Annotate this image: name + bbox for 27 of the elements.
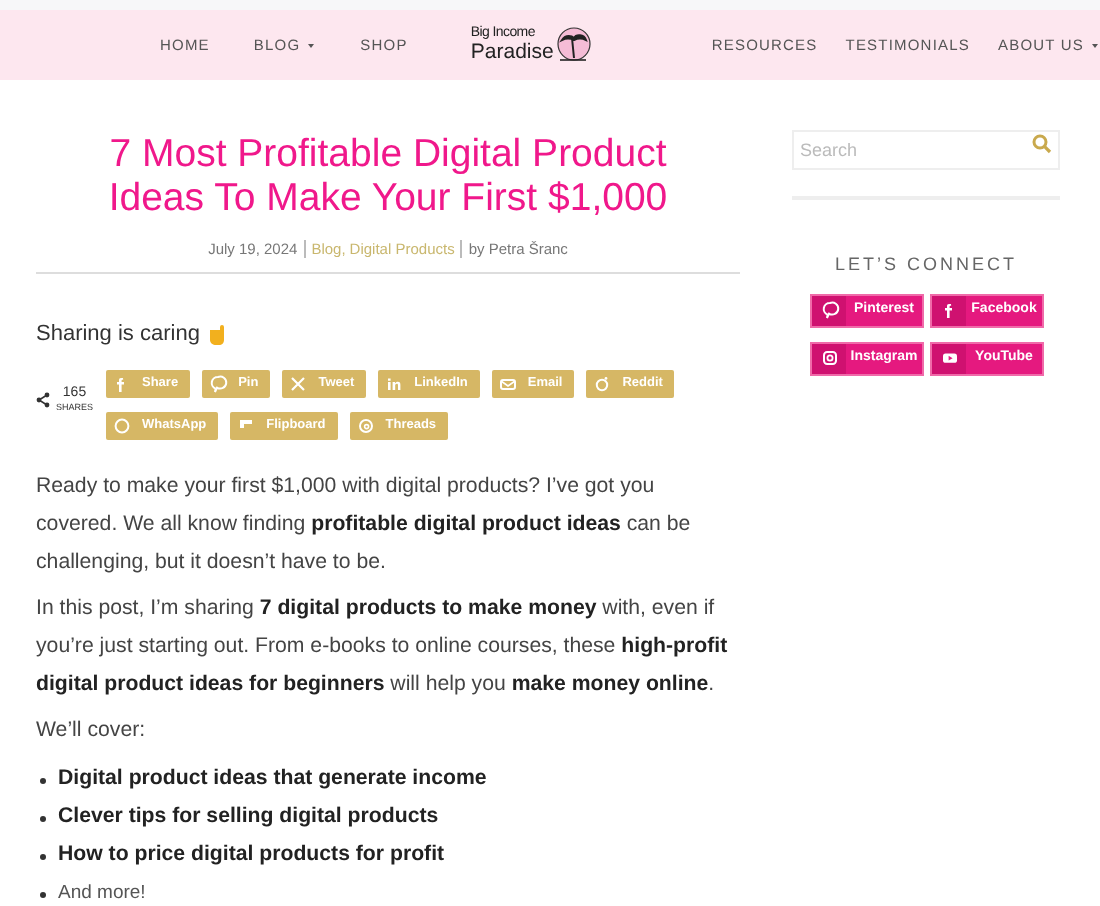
section-heading: LET’S CONNECT	[832, 252, 1019, 278]
search-icon[interactable]	[1032, 134, 1052, 154]
share-icon	[36, 391, 50, 408]
linkedin-icon	[384, 373, 405, 394]
list-item: Digital product ideas that generate income	[58, 764, 487, 795]
bullet-icon	[40, 815, 46, 822]
pointing-hand-icon	[207, 324, 228, 346]
x-icon	[288, 373, 309, 394]
paragraph: In this post, I’m sharing 7 digital products to make money with, even if you’re just starting out. From e-books to online courses, these high-profit digital product ideas for beginners will help you make money online.	[36, 593, 730, 700]
bullet-icon	[40, 777, 46, 784]
list-item: Clever tips for selling digital products	[58, 802, 439, 833]
paragraph: We’ll cover:	[36, 715, 148, 746]
caret-icon	[306, 41, 317, 49]
article-title: 7 Most Profitable Digital Product Ideas To Make Your First $1,000	[106, 132, 670, 220]
logo-text: Paradise	[470, 42, 554, 64]
palm-tree-icon	[553, 25, 592, 65]
list-item: And more!	[58, 880, 146, 906]
bullet-icon	[40, 853, 46, 860]
email-icon	[497, 373, 518, 394]
paragraph: Ready to make your first $1,000 with digital products? I’ve got you covered. We all know finding profitable digital product ideas can be challenging, but it doesn’t have to be.	[36, 471, 693, 578]
share-intro: Sharing is caring	[36, 320, 200, 351]
play-icon	[939, 348, 959, 368]
search-field[interactable]: Search	[792, 130, 1060, 170]
bullet-icon	[40, 891, 46, 898]
list-item: How to price digital products for profit	[58, 840, 445, 871]
caret-icon	[1090, 41, 1100, 49]
instagram-icon	[819, 348, 839, 368]
